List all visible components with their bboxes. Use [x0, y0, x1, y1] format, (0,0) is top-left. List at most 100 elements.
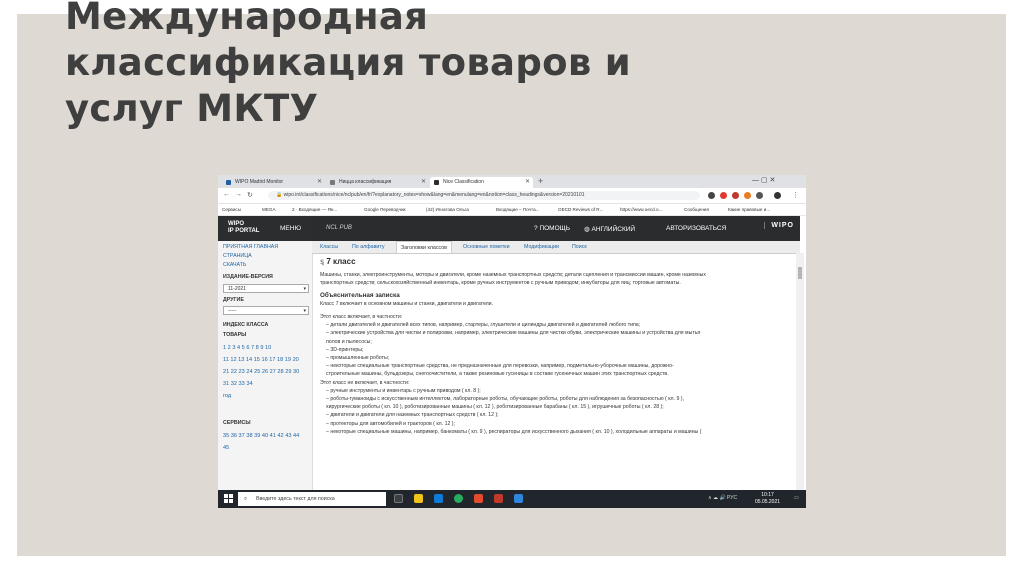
class-row[interactable]: 45: [223, 442, 309, 454]
help-link[interactable]: ? ПОМОЩЬ: [534, 225, 570, 232]
kebab-menu-icon[interactable]: ⋮: [792, 191, 799, 199]
exclude-item: хирургические роботы ( кл. 10 ), роботиз…: [326, 404, 664, 411]
taskbar-search-input[interactable]: ⌕ Введите здесь текст для поиска: [238, 492, 386, 506]
tab-class-headings[interactable]: Заголовки классов: [396, 241, 452, 253]
login-button[interactable]: АВТОРИЗОВАТЬСЯ: [666, 225, 726, 232]
bookmark-item[interactable]: Сообщения: [684, 204, 709, 215]
edition-value: 11-2021: [228, 286, 246, 292]
search-placeholder: Введите здесь текст для поиска: [256, 496, 335, 502]
wipo-favicon-icon: [226, 180, 231, 185]
tab-modifications[interactable]: Модификации: [520, 241, 563, 253]
taskbar-clock[interactable]: 10:17 05.05.2021: [755, 492, 780, 505]
tab-general-remarks[interactable]: Основные пометки: [459, 241, 514, 253]
window-controls[interactable]: — ▢ ✕: [752, 176, 775, 184]
class-row[interactable]: год: [223, 390, 309, 402]
wipo-logo[interactable]: WIPO IP PORTAL: [228, 221, 259, 235]
left-sidebar: ПРИЯТНАЯ ГЛАВНАЯ СТРАНИЦА СКАЧАТЬ ИЗДАНИ…: [218, 241, 313, 490]
slide-title-line: Международная: [65, 0, 429, 38]
menu-button[interactable]: МЕНЮ: [280, 225, 301, 232]
clock-date: 05.05.2021: [755, 498, 781, 505]
class-row[interactable]: 1 2 3 4 5 6 7 8 9 10: [223, 342, 309, 354]
bookmark-item[interactable]: (42) Игнатова Ольга: [426, 204, 469, 215]
forward-arrow-icon[interactable]: →: [235, 191, 242, 198]
tab-classes[interactable]: Классы: [316, 241, 342, 253]
class-title: Ȿ7 класс: [320, 257, 790, 267]
sidebar-home-link[interactable]: ПРИЯТНАЯ ГЛАВНАЯ: [223, 244, 278, 250]
class-row[interactable]: 21 22 23 24 25 26 27 28 29 30: [223, 366, 309, 378]
include-item: полов и пылесосы;: [326, 338, 372, 345]
include-item: – 3D-принтеры;: [326, 346, 364, 353]
new-tab-button[interactable]: +: [538, 176, 543, 186]
explanatory-note-heading: Объяснительная записка: [320, 291, 400, 299]
content-scrollbar[interactable]: [796, 253, 804, 490]
extension-icon[interactable]: [756, 192, 763, 199]
extension-icon[interactable]: [720, 192, 727, 199]
bookmark-item[interactable]: 2 · Входящие — Ян...: [292, 204, 337, 215]
bookmark-item[interactable]: Сервисы: [222, 204, 241, 215]
close-tab-icon[interactable]: ✕: [317, 177, 322, 188]
class-row[interactable]: 35 36 37 38 39 40 41 42 43 44: [223, 430, 309, 442]
search-icon: ⌕: [244, 496, 247, 502]
word-icon[interactable]: [514, 494, 523, 503]
task-view-icon[interactable]: [394, 494, 403, 503]
edition-select[interactable]: 11-2021 ▾: [223, 284, 309, 293]
sidebar-download-link[interactable]: СКАЧАТЬ: [223, 262, 246, 268]
note-line: Класс 7 включает в основном машины и ста…: [320, 300, 494, 307]
extension-icon[interactable]: [744, 192, 751, 199]
class-row[interactable]: 11 12 13 14 15 16 17 18 19 20: [223, 354, 309, 366]
tab-alphabetical[interactable]: По алфавиту: [348, 241, 388, 253]
exclude-item: – некоторые специальные машины, например…: [326, 428, 702, 435]
chrome-browser-icon[interactable]: [454, 494, 463, 503]
logo-line: WIPO: [228, 221, 244, 227]
include-item: строительные машины, бульдозеры, снегооч…: [326, 371, 669, 378]
language-switch[interactable]: ◍ АНГЛИЙСКИЙ: [584, 225, 635, 233]
extension-icon[interactable]: [708, 192, 715, 199]
system-tray[interactable]: ∧ ☁ 🔊 РУС: [708, 495, 737, 501]
excludes-heading: Этот класс не включает, в частности:: [320, 379, 410, 386]
services-class-links[interactable]: 35 36 37 38 39 40 41 42 43 44 45: [223, 430, 309, 454]
include-item: – электрические устройства для чистки и …: [326, 330, 701, 337]
exclude-item: – двигатели и двигатели для наземных тра…: [326, 412, 499, 419]
browser-screenshot: WIPO Madrid Monitor ✕ Ницца классификаци…: [218, 175, 806, 508]
scrollbar-thumb[interactable]: [798, 267, 802, 279]
close-tab-icon[interactable]: ✕: [421, 177, 426, 188]
ncl-pub-label: NCL PUB: [326, 225, 352, 231]
web-page: WIPO IP PORTAL МЕНЮ NCL PUB ? ПОМОЩЬ ◍ А…: [218, 216, 806, 490]
acrobat-icon[interactable]: [494, 494, 503, 503]
bookmark-item[interactable]: OECD Reviews of R...: [558, 204, 603, 215]
tab-strip: WIPO Madrid Monitor ✕ Ницца классификаци…: [218, 175, 806, 188]
tab-nice-ru[interactable]: Ницца классификация ✕: [326, 177, 429, 188]
ncl-subtabs: Классы По алфавиту Заголовки классов Осн…: [312, 241, 800, 254]
url-input[interactable]: 🔒 wipo.int/classifications/nice/nclpub/e…: [268, 191, 700, 200]
notification-icon[interactable]: ▭: [794, 495, 799, 501]
tab-wipo-madrid[interactable]: WIPO Madrid Monitor ✕: [222, 177, 325, 188]
bookmark-item[interactable]: Входящие – Почта...: [496, 204, 539, 215]
sidebar-page-link[interactable]: СТРАНИЦА: [223, 253, 252, 259]
tab-search[interactable]: Поиск: [568, 241, 591, 253]
bookmark-item[interactable]: https://www.oecd.o...: [620, 204, 662, 215]
other-select[interactable]: ----- ▾: [223, 306, 309, 315]
exclude-item: – роботы-гуманоиды с искусственным интел…: [326, 396, 684, 403]
exclude-item: – протекторы для автомобилей и тракторов…: [326, 420, 455, 427]
goods-class-links[interactable]: 1 2 3 4 5 6 7 8 9 10 11 12 13 14 15 16 1…: [223, 342, 309, 402]
close-tab-icon[interactable]: ✕: [525, 177, 530, 188]
powerpoint-icon[interactable]: [474, 494, 483, 503]
url-text: wipo.int/classifications/nice/nclpub/en/…: [283, 192, 585, 198]
bookmark-item[interactable]: Google Переводчик: [364, 204, 406, 215]
slide-title: Международная классификация товаров и ус…: [65, 0, 745, 132]
tab-nice-classification[interactable]: Nice Classification ✕: [430, 177, 533, 188]
windows-start-icon[interactable]: [224, 494, 233, 503]
bookmark-item[interactable]: Какие правовые и...: [728, 204, 770, 215]
bookmark-item[interactable]: MEGA: [262, 204, 276, 215]
profile-avatar[interactable]: [774, 192, 781, 199]
permalink-icon[interactable]: Ȿ: [320, 260, 324, 266]
reload-icon[interactable]: ↻: [247, 191, 253, 199]
back-arrow-icon[interactable]: ←: [223, 191, 230, 198]
edge-browser-icon[interactable]: [434, 494, 443, 503]
class-row[interactable]: 31 32 33 34: [223, 378, 309, 390]
ncl-header: NCL PUB ? ПОМОЩЬ ◍ АНГЛИЙСКИЙ АВТОРИЗОВА…: [312, 216, 800, 241]
include-item: – детали двигателей и двигателей всех ти…: [326, 322, 641, 329]
file-explorer-icon[interactable]: [414, 494, 423, 503]
wipo-logo-right[interactable]: WIPO: [764, 222, 794, 229]
extension-icon[interactable]: [732, 192, 739, 199]
